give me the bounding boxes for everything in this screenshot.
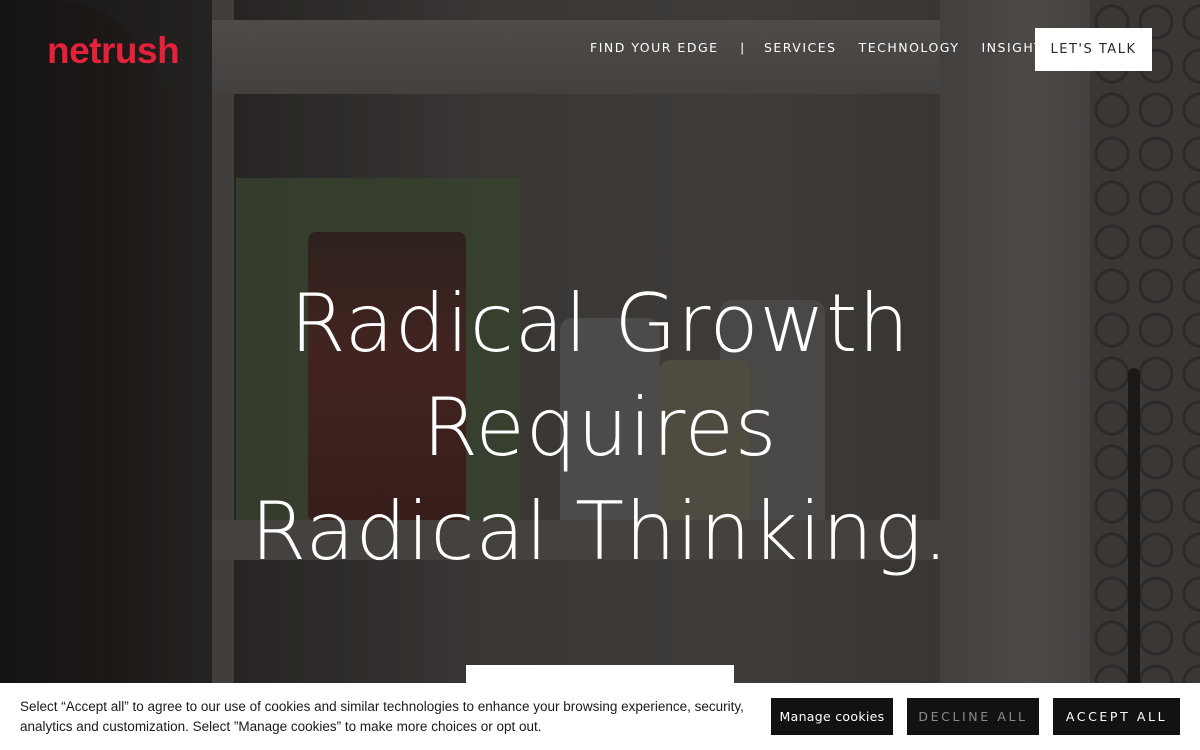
nav-services[interactable]: SERVICES bbox=[764, 40, 837, 55]
netrush-logo[interactable]: netrush bbox=[47, 30, 180, 72]
nav-technology[interactable]: TECHNOLOGY bbox=[859, 40, 960, 55]
headline-line: Radical Growth bbox=[289, 277, 911, 370]
main-nav: FIND YOUR EDGE | SERVICES TECHNOLOGY INS… bbox=[590, 40, 1053, 55]
nav-separator: | bbox=[740, 40, 744, 55]
accept-all-button[interactable]: ACCEPT ALL bbox=[1053, 698, 1180, 735]
headline-line: Requires bbox=[422, 381, 778, 474]
hero-headline: Radical Growth Requires Radical Thinking… bbox=[200, 272, 1000, 584]
lets-talk-button[interactable]: LET'S TALK bbox=[1035, 28, 1152, 71]
nav-find-your-edge[interactable]: FIND YOUR EDGE bbox=[590, 40, 719, 55]
decline-all-button[interactable]: DECLINE ALL bbox=[907, 698, 1039, 735]
cookie-message: Select “Accept all” to agree to our use … bbox=[20, 699, 744, 734]
manage-cookies-button[interactable]: Manage cookies bbox=[771, 698, 893, 735]
headline-line: Radical Thinking. bbox=[250, 485, 950, 578]
